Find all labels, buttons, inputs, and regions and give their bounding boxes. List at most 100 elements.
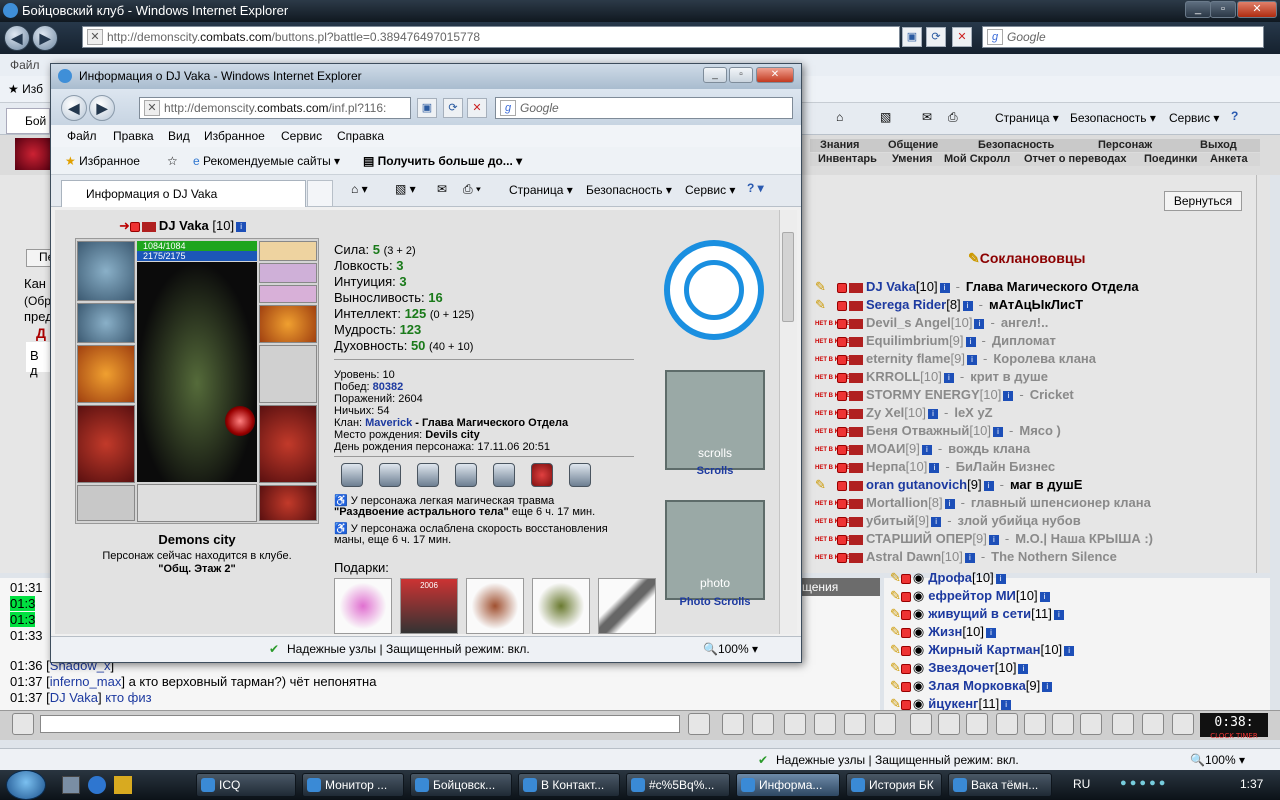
minimize-button[interactable]: _ bbox=[1185, 1, 1211, 18]
popup-address-bar[interactable]: ✕ http://demonscity.combats.com/inf.pl?1… bbox=[139, 97, 411, 119]
popup-scroll-thumb[interactable] bbox=[782, 232, 794, 322]
popup-minimize-button[interactable]: _ bbox=[703, 67, 727, 83]
main-address-bar[interactable]: ✕ http://demonscity.combats.com/buttons.… bbox=[82, 26, 900, 48]
info-icon[interactable]: i bbox=[986, 627, 996, 638]
member-name[interactable]: Serega Rider bbox=[866, 297, 946, 312]
member-name[interactable]: убитый bbox=[866, 513, 915, 528]
gift-horse[interactable] bbox=[466, 578, 524, 634]
popup-security-menu[interactable]: Безопасность ▾ bbox=[586, 183, 672, 197]
clan-member-row[interactable]: НЕТ В КЛУБЕ СТАРШИЙ ОПЕР[9] i - М.О.| Наша К… bbox=[815, 531, 1245, 549]
gift-wreath[interactable] bbox=[532, 578, 590, 634]
popup-back-icon[interactable]: ◀ bbox=[61, 95, 87, 121]
chat-author[interactable]: inferno_max bbox=[50, 674, 122, 689]
legs-slot[interactable] bbox=[259, 405, 317, 483]
info-icon[interactable]: i bbox=[1039, 591, 1050, 602]
clan-member-row[interactable]: НЕТ В КЛУБЕ Devil_s Angel[10] i - ангел!.. bbox=[815, 315, 1245, 333]
taskbar-item[interactable]: Бойцовск... bbox=[410, 773, 512, 797]
info-icon[interactable]: i bbox=[921, 444, 932, 455]
popup-close-button[interactable]: ✕ bbox=[756, 67, 794, 83]
home-icon[interactable]: ⌂ bbox=[836, 110, 843, 124]
mail-icon[interactable]: ✉ bbox=[922, 110, 932, 124]
member-name[interactable]: Equilimbrium bbox=[866, 333, 949, 348]
page-menu[interactable]: Страница ▾ bbox=[995, 111, 1059, 125]
back-button[interactable]: Вернуться bbox=[1164, 191, 1242, 211]
tool-3-icon[interactable] bbox=[1052, 713, 1074, 735]
refresh-icon[interactable]: ⟳ bbox=[926, 27, 946, 47]
popup-compat-icon[interactable]: ▣ bbox=[417, 98, 437, 118]
clan-member-row[interactable]: НЕТ В КЛУБЕ Zy Xel[10] i - leX yZ bbox=[815, 405, 1245, 423]
popup-menu-file[interactable]: Файл bbox=[67, 125, 97, 147]
popup-new-tab[interactable] bbox=[307, 180, 333, 207]
taskbar-item[interactable]: Монитор ... bbox=[302, 773, 404, 797]
menu-exit[interactable]: Выход bbox=[1200, 139, 1237, 151]
tool-1-icon[interactable] bbox=[996, 713, 1018, 735]
earrings-slot[interactable] bbox=[259, 241, 317, 261]
info-icon[interactable]: i bbox=[944, 498, 955, 509]
member-name[interactable]: Нерпа bbox=[866, 459, 906, 474]
chat-mode-icon[interactable] bbox=[12, 713, 34, 735]
popup-search-box[interactable]: g Google bbox=[495, 97, 793, 119]
member-name[interactable]: eternity flame bbox=[866, 351, 951, 366]
info-icon[interactable]: i bbox=[965, 336, 976, 347]
popup-menu-favorites[interactable]: Избранное bbox=[204, 125, 265, 147]
bracers-slot[interactable] bbox=[77, 303, 135, 343]
amulet-slot[interactable] bbox=[259, 263, 317, 283]
scrolls-banner[interactable]: scrolls bbox=[665, 370, 765, 470]
show-desktop-icon[interactable] bbox=[62, 776, 80, 794]
exit-icon[interactable] bbox=[1172, 713, 1194, 735]
info-icon[interactable]: i bbox=[974, 318, 985, 329]
taskbar-item[interactable]: Вака тёмн... bbox=[948, 773, 1052, 797]
info-icon[interactable]: i bbox=[1003, 390, 1014, 401]
menu-inventory[interactable]: Инвентарь bbox=[818, 153, 877, 165]
popup-stop-icon[interactable]: ✕ bbox=[467, 98, 487, 118]
user-name[interactable]: Злая Морковка bbox=[928, 678, 1026, 693]
menu-security[interactable]: Безопасность bbox=[978, 139, 1054, 151]
info-icon[interactable]: i bbox=[988, 534, 999, 545]
taskbar-item[interactable]: Информа... bbox=[736, 773, 840, 797]
popup-add-favorite-icon[interactable]: ☆ bbox=[167, 154, 178, 168]
popup-menu-edit[interactable]: Правка bbox=[113, 125, 154, 147]
popup-forward-icon[interactable]: ▶ bbox=[89, 95, 115, 121]
belt-slot[interactable] bbox=[77, 485, 135, 521]
info-icon[interactable]: i bbox=[967, 354, 978, 365]
popup-rss-icon[interactable]: ▧ ▾ bbox=[395, 182, 416, 196]
menu-transfers[interactable]: Отчет о переводах bbox=[1024, 153, 1127, 165]
gift-flower[interactable] bbox=[334, 578, 392, 634]
filter-icon[interactable] bbox=[752, 713, 774, 735]
menu-my-scroll[interactable]: Мой Скролл bbox=[944, 153, 1010, 165]
badge-4-icon[interactable] bbox=[455, 463, 477, 487]
armor-slot[interactable] bbox=[77, 405, 135, 483]
sound-icon[interactable] bbox=[874, 713, 896, 735]
popup-favorites-button[interactable]: ★ Избранное bbox=[65, 154, 140, 168]
info-icon[interactable]: i bbox=[1018, 663, 1029, 674]
badge-7-icon[interactable] bbox=[569, 463, 591, 487]
rss-icon[interactable]: ▧ bbox=[880, 110, 891, 124]
info-icon[interactable]: i bbox=[962, 300, 973, 311]
gloves-slot[interactable] bbox=[259, 305, 317, 343]
user-name[interactable]: живущий в сети bbox=[928, 606, 1031, 621]
member-name[interactable]: STORMY ENERGY bbox=[866, 387, 980, 402]
member-name[interactable]: Mortallion bbox=[866, 495, 928, 510]
badge-2-icon[interactable] bbox=[379, 463, 401, 487]
tray-icons[interactable]: ● ● ● ● ● bbox=[1120, 777, 1232, 793]
online-user-row[interactable]: ✎ ◉ ефрейтор МИ[10] i bbox=[890, 588, 1050, 606]
clan-member-row[interactable]: НЕТ В КЛУБЕ убитый[9] i - злой убийца нубов bbox=[815, 513, 1245, 531]
tool-6-icon[interactable] bbox=[1142, 713, 1164, 735]
smiley-icon[interactable] bbox=[910, 713, 932, 735]
online-user-row[interactable]: ✎ ◉ Дрофа[10] i bbox=[890, 570, 1006, 588]
info-icon[interactable]: i bbox=[1064, 645, 1075, 656]
chat-author[interactable]: DJ Vaka bbox=[50, 690, 98, 705]
badge-5-icon[interactable] bbox=[493, 463, 515, 487]
start-button[interactable] bbox=[6, 770, 46, 800]
color-icon[interactable] bbox=[966, 713, 988, 735]
clan-member-row[interactable]: НЕТ В КЛУБЕ Беня Отважный[10] i - Мясо ) bbox=[815, 423, 1245, 441]
clan-member-row[interactable]: ✎ DJ Vaka[10] i - Глава Магического Отдела bbox=[815, 279, 1245, 297]
save-log-icon[interactable] bbox=[784, 713, 806, 735]
clan-member-row[interactable]: НЕТ В КЛУБЕ Astral Dawn[10] i - The Nothern … bbox=[815, 549, 1245, 567]
member-name[interactable]: МОАИ bbox=[866, 441, 905, 456]
popup-get-more[interactable]: ▤ Получить больше до... ▾ bbox=[363, 154, 522, 168]
tray-language[interactable]: RU bbox=[1073, 777, 1090, 791]
member-name[interactable]: oran gutanovich bbox=[866, 477, 967, 492]
info-icon[interactable]: i bbox=[236, 221, 247, 232]
popup-maximize-button[interactable]: ▫ bbox=[729, 67, 753, 83]
